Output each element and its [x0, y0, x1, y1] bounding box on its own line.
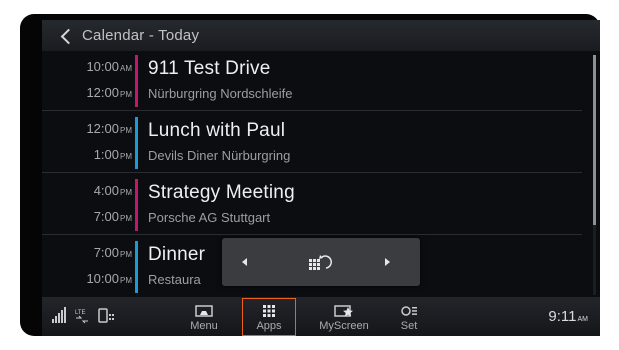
event-location: Porsche AG Stuttgart [148, 210, 271, 225]
page-title: Calendar - Today [82, 27, 200, 44]
bottom-bar: LTE Menu Apps MyScreen Set 9:11AM [42, 297, 600, 336]
event-color-bar [135, 55, 138, 107]
event-color-bar [135, 179, 138, 231]
tab-label: Apps [256, 320, 282, 332]
lte-icon: LTE [74, 306, 90, 326]
event-item[interactable]: 12:00PM 1:00PM Lunch with Paul Devils Di… [42, 113, 582, 173]
signal-strength-icon [52, 306, 68, 326]
arrow-right-icon[interactable] [376, 250, 398, 274]
infotainment-screen: Calendar - Today 10:00AM 12:00PM 911 Tes… [42, 20, 600, 336]
scrollbar-thumb[interactable] [593, 55, 596, 225]
event-start-time: 4:00PM [93, 183, 132, 198]
event-end-time: 10:00PM [86, 271, 132, 286]
event-start-time: 7:00PM [93, 245, 132, 260]
event-title: Lunch with Paul [148, 120, 286, 141]
header-bar: Calendar - Today [42, 20, 600, 51]
event-title: Strategy Meeting [148, 182, 295, 203]
event-location: Restaura [148, 272, 201, 287]
apps-rotate-icon[interactable] [306, 250, 336, 274]
app-switcher-popup [222, 238, 420, 286]
event-end-time: 1:00PM [93, 147, 132, 162]
apps-grid-icon [263, 305, 275, 317]
event-color-bar [135, 241, 138, 293]
phone-status-icon [98, 306, 116, 326]
tab-myscreen[interactable]: MyScreen [313, 299, 375, 335]
svg-text:LTE: LTE [75, 310, 86, 316]
clock: 9:11AM [548, 308, 588, 325]
event-end-time: 7:00PM [93, 209, 132, 224]
event-title: Dinner [148, 244, 206, 265]
event-location: Devils Diner Nürburgring [148, 148, 291, 163]
arrow-left-icon[interactable] [234, 250, 256, 274]
event-start-time: 12:00PM [86, 121, 132, 136]
event-color-bar [135, 117, 138, 169]
tab-label: Menu [190, 320, 218, 332]
settings-icon [401, 306, 417, 316]
tab-label: Set [400, 320, 418, 332]
tab-set[interactable]: Set [382, 299, 436, 335]
tab-label: MyScreen [319, 320, 369, 332]
myscreen-star-icon [334, 305, 353, 317]
tab-menu[interactable]: Menu [177, 299, 231, 335]
tab-apps[interactable]: Apps [242, 298, 296, 336]
event-item[interactable]: 10:00AM 12:00PM 911 Test Drive Nürburgri… [42, 51, 582, 111]
event-location: Nürburgring Nordschleife [148, 86, 293, 101]
event-start-time: 10:00AM [86, 59, 132, 74]
event-title: 911 Test Drive [148, 58, 271, 79]
chevron-left-icon[interactable] [60, 30, 72, 42]
event-end-time: 12:00PM [86, 85, 132, 100]
event-item[interactable]: 4:00PM 7:00PM Strategy Meeting Porsche A… [42, 175, 582, 235]
car-menu-icon [195, 305, 213, 317]
scrollbar[interactable] [593, 55, 596, 295]
